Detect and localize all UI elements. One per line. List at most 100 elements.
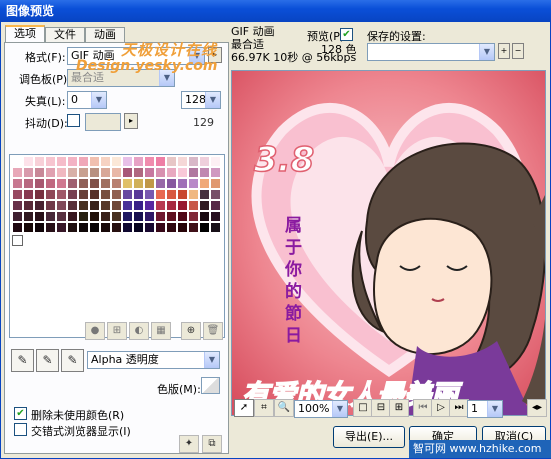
palette-swatch[interactable] [122,189,133,200]
palette-swatch[interactable] [78,200,89,211]
palette-swatch[interactable] [78,189,89,200]
loss-input[interactable]: 0 ▼ [67,91,107,109]
palette-swatch[interactable] [12,189,23,200]
palette-swatch[interactable] [188,189,199,200]
palette-swatch[interactable] [188,222,199,233]
palette-swatch[interactable] [122,211,133,222]
palette-swatch[interactable] [12,222,23,233]
palette-swatch[interactable] [100,178,111,189]
palette-swatch[interactable] [188,156,199,167]
palette-swatch[interactable] [188,178,199,189]
preview-image[interactable]: 3.8 属 于 你 的 節 日 有爱的女人最美丽 [231,70,546,416]
palette-swatch[interactable] [100,156,111,167]
palette-swatch[interactable] [133,178,144,189]
palette-swatch[interactable] [78,222,89,233]
palette-swatch[interactable] [188,200,199,211]
crop-export-icon[interactable]: ⧉ [202,435,222,453]
palette-swatch[interactable] [12,156,23,167]
dither-amount[interactable] [85,113,121,131]
palette-swatch[interactable] [12,167,23,178]
palette-swatch[interactable] [133,222,144,233]
palette-swatch[interactable] [111,189,122,200]
palette-swatch[interactable] [199,211,210,222]
palette-swatch[interactable] [122,178,133,189]
palette-swatch[interactable] [155,211,166,222]
palette-swatch[interactable] [122,156,133,167]
four-up-view-icon[interactable]: ⊞ [389,399,409,417]
dither-checkbox[interactable] [67,114,80,127]
play-icon[interactable]: ▷ [431,399,451,417]
eyedropper-subtract-icon[interactable]: ✎ [61,349,84,372]
tab-file[interactable]: 文件 [45,27,85,42]
palette-swatch[interactable] [12,211,23,222]
matte-color-picker[interactable] [201,377,220,394]
palette-swatch[interactable] [67,156,78,167]
palette-swatch[interactable] [89,189,100,200]
tab-animation[interactable]: 动画 [85,27,125,42]
palette-swatch[interactable] [144,200,155,211]
palette-swatch[interactable] [188,167,199,178]
palette-swatch[interactable] [89,222,100,233]
colors-select[interactable]: 128 ▼ [181,91,221,109]
palette-grid[interactable] [12,156,221,233]
eyedropper-add-icon[interactable]: ✎ [36,349,59,372]
palette-swatch[interactable] [45,200,56,211]
lock-color-icon[interactable]: ● [85,322,105,340]
palette-swatch[interactable] [45,156,56,167]
palette-swatch[interactable] [67,200,78,211]
zoom-tool-icon[interactable]: 🔍 [274,399,294,417]
palette-swatch[interactable] [45,222,56,233]
palette-swatch[interactable] [45,178,56,189]
palette-swatch[interactable] [144,189,155,200]
interlace-checkbox[interactable] [14,423,27,436]
palette-swatch[interactable] [199,167,210,178]
palette-swatch[interactable] [67,222,78,233]
palette-swatch[interactable] [199,189,210,200]
palette-swatch[interactable] [23,178,34,189]
palette-swatch[interactable] [78,156,89,167]
palette-swatch[interactable] [122,200,133,211]
palette-swatch[interactable] [67,167,78,178]
color-palette[interactable] [9,154,225,338]
palette-swatch[interactable] [133,156,144,167]
palette-swatch[interactable] [155,156,166,167]
palette-swatch[interactable] [177,156,188,167]
palette-swatch[interactable] [45,211,56,222]
palette-swatch[interactable] [34,178,45,189]
palette-swatch[interactable] [166,167,177,178]
palette-swatch[interactable] [111,156,122,167]
palette-selected-swatch[interactable] [12,235,23,246]
palette-swatch[interactable] [23,211,34,222]
palette-swatch[interactable] [100,167,111,178]
palette-swatch[interactable] [155,200,166,211]
palette-swatch[interactable] [56,167,67,178]
sort-palette-icon[interactable]: ▦ [151,322,171,340]
eyedropper-icon[interactable]: ✎ [11,349,34,372]
palette-swatch[interactable] [34,156,45,167]
delete-setting-button[interactable]: − [512,43,524,59]
palette-swatch[interactable] [177,211,188,222]
palette-swatch[interactable] [199,222,210,233]
palette-swatch[interactable] [155,189,166,200]
palette-swatch[interactable] [188,211,199,222]
palette-swatch[interactable] [56,211,67,222]
tab-options[interactable]: 选项 [5,25,45,42]
palette-swatch[interactable] [111,211,122,222]
palette-swatch[interactable] [56,189,67,200]
add-color-icon[interactable]: ⊕ [181,322,201,340]
palette-swatch[interactable] [12,178,23,189]
palette-swatch[interactable] [166,156,177,167]
palette-swatch[interactable] [144,222,155,233]
palette-swatch[interactable] [144,156,155,167]
palette-swatch[interactable] [111,222,122,233]
palette-swatch[interactable] [34,211,45,222]
palette-swatch[interactable] [144,211,155,222]
palette-swatch[interactable] [199,200,210,211]
dither-slider-button[interactable]: ▸ [124,113,138,129]
palette-swatch[interactable] [166,211,177,222]
delete-color-icon[interactable]: 🗑 [203,322,223,340]
palette-swatch[interactable] [34,200,45,211]
palette-swatch[interactable] [23,189,34,200]
palette-swatch[interactable] [133,189,144,200]
palette-swatch[interactable] [23,200,34,211]
